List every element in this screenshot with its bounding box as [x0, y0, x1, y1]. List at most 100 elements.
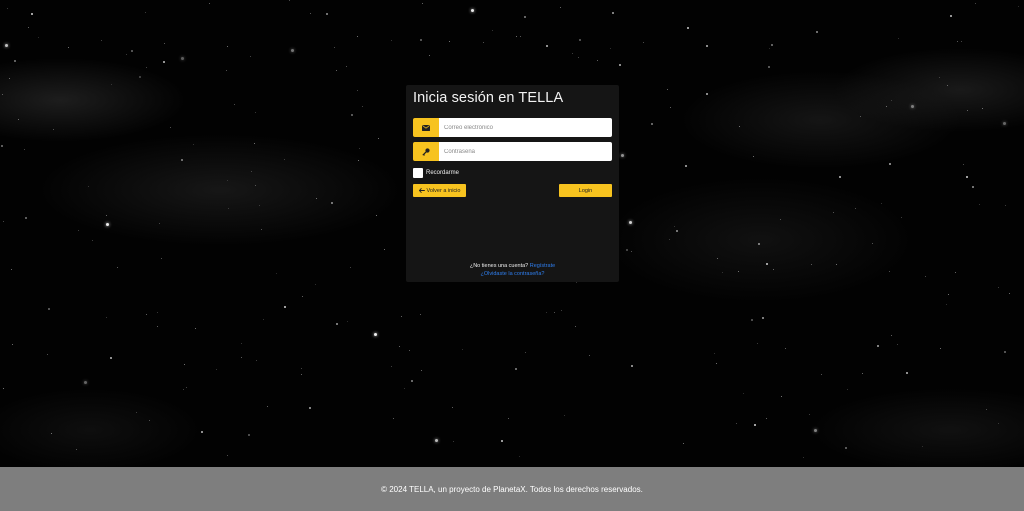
- star: [139, 76, 141, 78]
- star: [561, 310, 562, 311]
- star: [948, 294, 949, 295]
- star: [346, 66, 347, 67]
- back-home-button[interactable]: Volver a inicio: [413, 184, 466, 197]
- star: [357, 90, 358, 91]
- star: [358, 160, 359, 161]
- star: [683, 443, 684, 444]
- star: [809, 414, 810, 415]
- star: [68, 47, 69, 48]
- star: [267, 406, 268, 407]
- star: [301, 368, 302, 369]
- star: [145, 12, 146, 13]
- star: [575, 326, 576, 327]
- login-button[interactable]: Login: [559, 184, 612, 197]
- star: [1, 145, 3, 147]
- star: [411, 380, 413, 382]
- star: [3, 221, 4, 222]
- star: [309, 407, 311, 409]
- star: [195, 328, 196, 329]
- password-input[interactable]: [439, 142, 612, 161]
- star: [164, 43, 165, 44]
- star: [92, 240, 93, 241]
- star: [821, 374, 822, 375]
- star: [201, 431, 203, 433]
- star: [250, 56, 251, 57]
- star: [471, 9, 474, 12]
- star: [816, 31, 818, 33]
- remember-row: Recordarme: [413, 168, 612, 178]
- star: [621, 154, 624, 157]
- star: [255, 185, 256, 186]
- star: [966, 176, 968, 178]
- star: [610, 48, 611, 49]
- account-links: ¿No tienes una cuenta? Regístrate ¿Olvid…: [406, 262, 619, 278]
- star: [183, 389, 184, 390]
- star: [768, 66, 770, 68]
- star: [11, 269, 12, 270]
- star: [331, 202, 333, 204]
- star: [716, 363, 717, 364]
- star: [181, 159, 183, 161]
- star: [149, 420, 150, 421]
- star: [391, 366, 392, 367]
- star: [241, 343, 242, 344]
- star: [227, 46, 228, 47]
- star: [891, 100, 892, 101]
- star: [301, 374, 302, 375]
- star: [626, 249, 628, 251]
- star: [289, 0, 290, 1]
- star: [38, 37, 39, 38]
- star: [420, 314, 421, 315]
- forgot-password-link[interactable]: ¿Olvidaste la contraseña?: [481, 271, 545, 277]
- star: [391, 40, 392, 41]
- star: [284, 306, 286, 308]
- star: [651, 123, 653, 125]
- remember-checkbox[interactable]: [413, 168, 423, 178]
- register-link[interactable]: Regístrate: [530, 263, 555, 269]
- star: [181, 57, 184, 60]
- star: [131, 50, 133, 52]
- email-input[interactable]: [439, 118, 612, 137]
- star: [1018, 6, 1019, 7]
- star: [940, 348, 941, 349]
- star: [501, 440, 503, 442]
- star: [766, 263, 768, 265]
- email-field-group: [413, 118, 612, 137]
- star: [216, 369, 217, 370]
- star: [18, 119, 19, 120]
- star: [462, 349, 463, 350]
- star: [520, 36, 521, 37]
- star: [897, 344, 898, 345]
- star: [259, 205, 260, 206]
- star: [136, 412, 137, 413]
- star: [612, 12, 614, 14]
- star: [146, 314, 147, 315]
- star: [597, 60, 598, 61]
- star: [515, 368, 517, 370]
- star: [1004, 351, 1006, 353]
- star: [589, 355, 590, 356]
- star: [803, 457, 804, 458]
- star: [889, 163, 891, 165]
- star: [404, 388, 405, 389]
- star: [998, 423, 999, 424]
- star: [357, 36, 358, 37]
- star: [972, 186, 974, 188]
- envelope-icon: [413, 118, 439, 137]
- star: [839, 176, 841, 178]
- star: [925, 276, 926, 277]
- star: [409, 350, 410, 351]
- star: [193, 144, 194, 145]
- star: [31, 13, 33, 15]
- star: [579, 39, 581, 41]
- star: [524, 16, 526, 18]
- star: [836, 264, 837, 265]
- star: [374, 333, 377, 336]
- star: [508, 418, 509, 419]
- star: [5, 44, 8, 47]
- star: [706, 93, 708, 95]
- star: [963, 164, 964, 165]
- star: [248, 434, 250, 436]
- star: [762, 317, 764, 319]
- star: [546, 45, 548, 47]
